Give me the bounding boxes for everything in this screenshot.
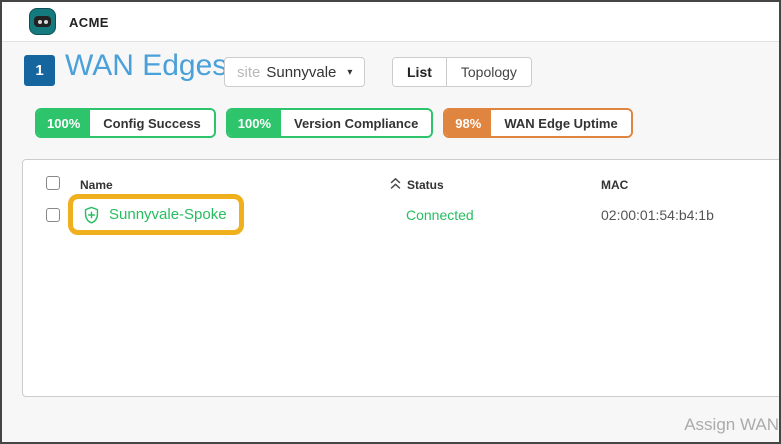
- chevron-down-icon: ▾: [347, 67, 352, 78]
- wan-edges-table: Name Status MAC Sunnyvale-Spoke Connecte…: [22, 159, 781, 397]
- view-toggle: List Topology: [392, 57, 532, 87]
- config-success-label: Config Success: [90, 110, 214, 136]
- robot-eye-right: [44, 20, 48, 24]
- select-all-checkbox[interactable]: [46, 176, 60, 190]
- column-header-mac[interactable]: MAC: [601, 178, 628, 192]
- device-name-link[interactable]: Sunnyvale-Spoke: [109, 206, 227, 223]
- column-header-status[interactable]: Status: [407, 178, 444, 192]
- version-compliance-label: Version Compliance: [281, 110, 431, 136]
- page-title: WAN Edges: [65, 49, 227, 83]
- tab-topology[interactable]: Topology: [446, 58, 531, 86]
- version-compliance-value: 100%: [228, 110, 281, 136]
- version-compliance-badge[interactable]: 100% Version Compliance: [226, 108, 434, 138]
- site-selector-prefix: site: [237, 64, 260, 81]
- device-mac: 02:00:01:54:b4:1b: [601, 207, 714, 223]
- wan-edge-count-badge: 1: [24, 55, 55, 86]
- app-window: ACME 1 WAN Edges site Sunnyvale ▾ List T…: [0, 0, 781, 444]
- stats-row: 100% Config Success 100% Version Complia…: [35, 108, 633, 138]
- config-success-value: 100%: [37, 110, 90, 136]
- highlighted-device-link[interactable]: Sunnyvale-Spoke: [68, 194, 244, 235]
- device-status: Connected: [406, 207, 474, 223]
- wan-edge-uptime-label: WAN Edge Uptime: [491, 110, 630, 136]
- org-name: ACME: [69, 2, 109, 42]
- column-header-name[interactable]: Name: [80, 178, 113, 192]
- site-selector[interactable]: site Sunnyvale ▾: [224, 57, 365, 87]
- row-checkbox[interactable]: [46, 208, 60, 222]
- config-success-badge[interactable]: 100% Config Success: [35, 108, 216, 138]
- sort-icon[interactable]: [389, 177, 402, 190]
- site-selector-value: Sunnyvale: [266, 64, 336, 81]
- robot-logo-icon[interactable]: [29, 8, 56, 35]
- top-bar: ACME: [2, 2, 779, 42]
- tab-list[interactable]: List: [393, 58, 446, 86]
- wan-edge-uptime-value: 98%: [445, 110, 491, 136]
- robot-eye-left: [38, 20, 42, 24]
- robot-visor: [34, 16, 51, 27]
- wan-edge-uptime-badge[interactable]: 98% WAN Edge Uptime: [443, 108, 632, 138]
- shield-plus-icon: [82, 205, 101, 225]
- assign-wan-button[interactable]: Assign WAN: [684, 415, 779, 435]
